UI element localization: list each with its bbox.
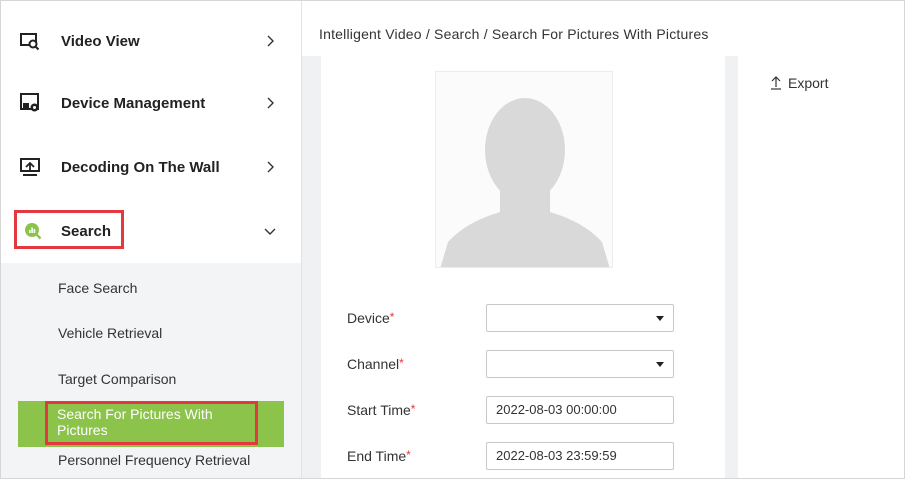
caret-down-icon [656, 316, 664, 321]
device-select[interactable] [486, 304, 674, 332]
chevron-down-icon [263, 224, 277, 238]
sidebar: Video View Device Management Decoding On… [1, 1, 302, 478]
end-time-label: End Time* [347, 448, 411, 464]
device-label: Device* [347, 310, 395, 326]
breadcrumb: Intelligent Video / Search / Search For … [319, 26, 709, 42]
highlight-box-submenu [45, 401, 258, 445]
start-time-input[interactable]: 2022-08-03 00:00:00 [486, 396, 674, 424]
sidebar-item-video-view[interactable]: Video View [1, 10, 301, 72]
export-label: Export [788, 75, 829, 91]
person-placeholder-icon [440, 98, 610, 267]
channel-select[interactable] [486, 350, 674, 378]
upload-icon [770, 76, 782, 90]
submenu-item-target-comparison[interactable]: Target Comparison [58, 371, 176, 387]
submenu-item-vehicle-retrieval[interactable]: Vehicle Retrieval [58, 325, 162, 341]
results-panel [738, 56, 904, 478]
caret-down-icon [656, 362, 664, 367]
sidebar-item-label: Device Management [61, 94, 206, 112]
video-view-icon [19, 30, 41, 52]
chevron-right-icon [263, 160, 277, 174]
device-management-icon [19, 92, 41, 114]
highlight-box-search [14, 210, 124, 249]
chevron-right-icon [263, 96, 277, 110]
submenu-item-face-search[interactable]: Face Search [58, 280, 137, 296]
decoding-wall-icon [19, 156, 41, 178]
start-time-label: Start Time* [347, 402, 416, 418]
sidebar-item-device-management[interactable]: Device Management [1, 72, 301, 134]
sidebar-item-decoding-on-the-wall[interactable]: Decoding On The Wall [1, 136, 301, 198]
sidebar-item-label: Video View [61, 32, 140, 50]
submenu-item-personnel-frequency-retrieval[interactable]: Personnel Frequency Retrieval [58, 452, 258, 468]
end-time-input[interactable]: 2022-08-03 23:59:59 [486, 442, 674, 470]
image-upload-area[interactable] [435, 71, 613, 268]
channel-label: Channel* [347, 356, 404, 372]
sidebar-item-label: Decoding On The Wall [61, 158, 220, 176]
app-window: Video View Device Management Decoding On… [0, 0, 905, 479]
chevron-right-icon [263, 34, 277, 48]
export-button[interactable]: Export [770, 75, 828, 91]
